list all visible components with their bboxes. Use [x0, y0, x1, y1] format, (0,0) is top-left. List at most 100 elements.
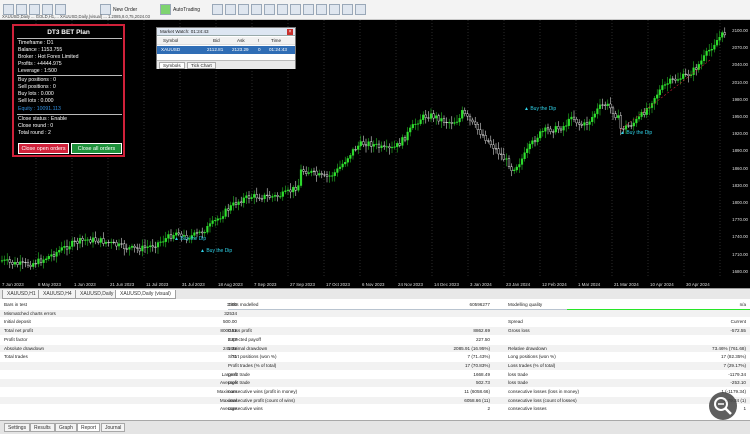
candle-body — [715, 40, 719, 46]
report-cell: consecutive losses — [508, 406, 547, 412]
report-row: Initial deposit 500.00 Spread Current — [0, 318, 750, 326]
candle-body — [94, 237, 97, 242]
tab-results[interactable]: Results — [30, 423, 55, 432]
report-cell: Gross loss — [508, 328, 530, 334]
tab-xauusd-daily[interactable]: XAUUSD,Daily — [75, 290, 119, 299]
col-symbol[interactable]: Symbol — [163, 38, 178, 43]
candle-body — [682, 73, 685, 79]
tab-journal[interactable]: Journal — [101, 423, 126, 432]
report-cell: Expected payoff — [228, 336, 261, 342]
candle-body — [533, 140, 537, 143]
market-watch-window[interactable]: Market Watch: 01:24:43 × Symbol Bid Ask … — [156, 27, 296, 69]
candle-body — [474, 121, 477, 125]
tab-tick-chart[interactable]: Tick Chart — [187, 62, 216, 69]
candle-body — [195, 232, 199, 234]
candle-body — [156, 242, 160, 248]
candle-body — [263, 194, 266, 200]
candle-body — [149, 245, 152, 247]
candle-body — [526, 148, 529, 153]
toolbar-icons-mid[interactable] — [212, 2, 366, 17]
col-spread[interactable]: ! — [258, 38, 259, 43]
candle-body — [331, 175, 334, 177]
price-tick: 1860.00 — [732, 165, 748, 171]
candle-body — [357, 145, 360, 150]
report-cell: 17 (70.83%) — [464, 362, 490, 368]
candle-body — [604, 104, 607, 106]
tab-xauusd-daily-visual[interactable]: XAUUSD,Daily (visual) — [115, 290, 176, 299]
panel-line: Close status : Enable — [18, 116, 68, 122]
buy-dip-annotation: ▲ Buy the Dip — [620, 130, 653, 136]
candle-body — [544, 127, 547, 132]
report-cell: 11 (6058.66) — [464, 389, 490, 394]
candle-body — [336, 168, 339, 173]
report-row: Average consecutive wins 2 consecutive loss… — [0, 405, 750, 413]
candle-body — [136, 247, 139, 249]
candle-body — [78, 238, 82, 244]
tab-settings[interactable]: Settings — [4, 423, 31, 432]
candle-body — [565, 125, 568, 127]
candle-body — [721, 32, 724, 38]
candle-body — [494, 148, 498, 150]
candle-body — [211, 220, 214, 224]
candle-body — [34, 263, 37, 265]
tab-xauusd-h1[interactable]: XAUUSD,H1 — [2, 290, 41, 299]
candle-body — [695, 67, 698, 70]
candle-body — [502, 154, 505, 160]
candle-body — [104, 241, 108, 244]
candle-body — [557, 126, 560, 130]
panel-title: DT3 BET Plan — [47, 29, 90, 36]
report-cell: -253.10 — [730, 380, 746, 386]
col-bid[interactable]: Bid — [213, 38, 220, 43]
candle-body — [398, 143, 401, 146]
candle-body — [71, 240, 74, 247]
candle-body — [539, 131, 542, 139]
candle-body — [635, 118, 638, 124]
candle-body — [723, 32, 726, 36]
candle-body — [403, 137, 407, 141]
candle-body — [341, 163, 344, 168]
panel-line: Profits : +4444.975 — [18, 61, 62, 67]
tab-graph[interactable]: Graph — [55, 423, 77, 432]
tab-symbols[interactable]: Symbols — [159, 62, 185, 69]
candle-body — [661, 85, 664, 90]
report-cell: 1 — [743, 406, 746, 412]
candle-body — [617, 115, 620, 118]
price-chart[interactable]: 2100.00 2070.00 2040.00 2010.00 1980.00 1950.… — [0, 20, 750, 288]
market-watch-row[interactable]: XAUUSD 2112.81 2123.29 0 01:24:43 — [157, 46, 295, 54]
candle-body — [232, 202, 235, 206]
close-icon[interactable]: × — [287, 29, 293, 35]
terminal-window: { "toolbar": { "new_order": "New Order",… — [0, 0, 750, 434]
tab-report[interactable]: Report — [77, 423, 101, 432]
candle-body — [253, 194, 256, 198]
time-tick: 7 Sep 2023 — [254, 282, 277, 287]
candle-body — [266, 194, 269, 196]
candle-body — [203, 232, 206, 234]
candle-body — [81, 238, 84, 241]
candle-body — [432, 113, 435, 119]
time-cell: 01:24:43 — [269, 47, 287, 52]
autotrading-button[interactable]: AutoTrading — [160, 2, 200, 17]
candle-body — [3, 259, 6, 261]
price-tick: 2100.00 — [732, 28, 748, 33]
col-time[interactable]: Time — [271, 38, 281, 43]
col-ask[interactable]: Ask — [237, 38, 245, 43]
candle-body — [575, 118, 578, 124]
candle-body — [315, 170, 318, 176]
price-tick: 1680.00 — [732, 268, 748, 274]
zoom-icon[interactable] — [709, 392, 737, 420]
candle-body — [286, 189, 290, 191]
tab-xauusd-h4[interactable]: XAUUSD,H4 — [38, 290, 77, 299]
candle-body — [107, 241, 110, 244]
report-cell: loss trade — [508, 371, 528, 377]
candle-body — [528, 143, 531, 150]
report-cell: 8862.69 — [473, 328, 490, 334]
candle-body — [206, 226, 209, 233]
candle-body — [338, 166, 342, 169]
candle-body — [424, 114, 427, 118]
close-open-orders-button[interactable]: Close open orders — [18, 143, 69, 154]
report-cell: Mismatched charts errors — [4, 310, 56, 316]
candle-body — [128, 247, 131, 250]
close-all-orders-button[interactable]: Close all orders — [71, 143, 122, 154]
candle-body — [320, 173, 323, 175]
report-cell: consecutive wins (profit in money) — [228, 389, 298, 394]
